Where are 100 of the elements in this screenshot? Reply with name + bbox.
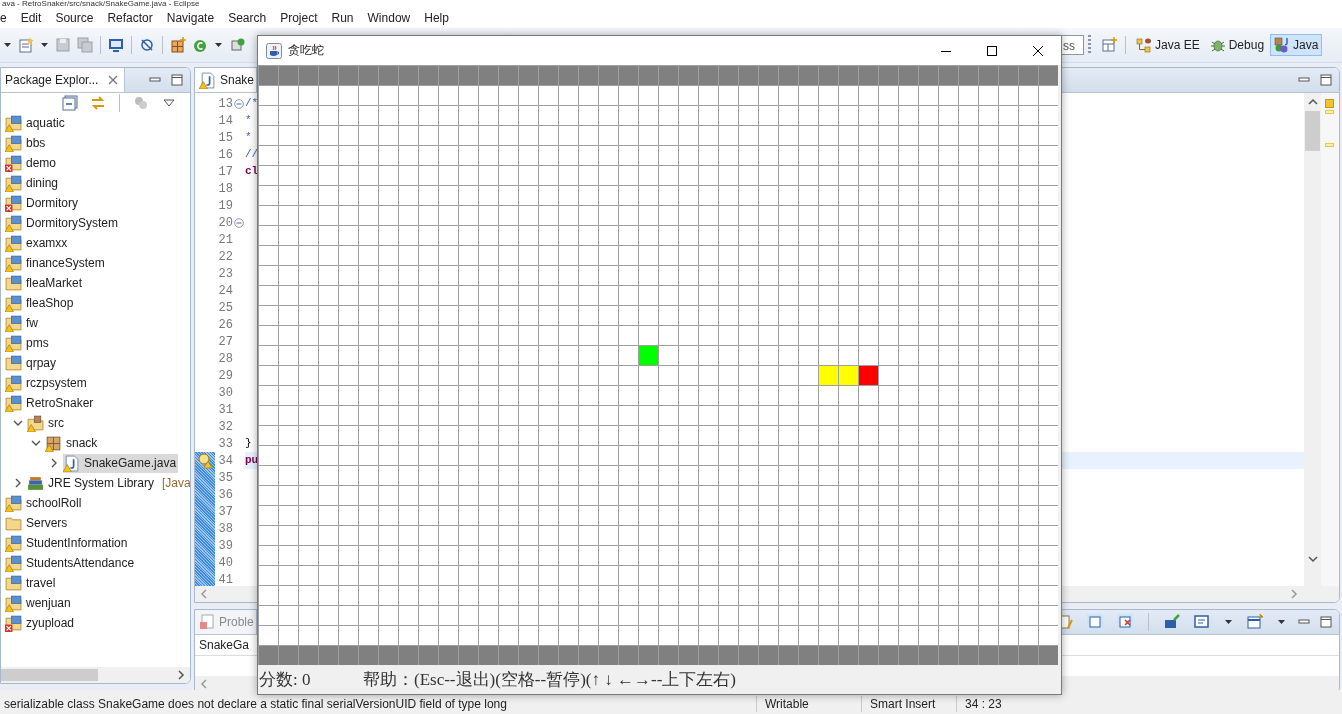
tree-item[interactable]: demo bbox=[5, 153, 59, 173]
menu-item[interactable]: e bbox=[0, 9, 14, 27]
fold-icon[interactable] bbox=[234, 98, 244, 109]
code-text: pu bbox=[245, 454, 259, 466]
tree-item[interactable]: travel bbox=[5, 573, 58, 593]
scroll-left-icon[interactable] bbox=[199, 679, 209, 689]
item-label: JRE System Library bbox=[48, 476, 155, 490]
menu-item[interactable]: Run bbox=[324, 9, 361, 27]
problem-row[interactable]: SnakeGa bbox=[199, 638, 250, 652]
item-label: wenjuan bbox=[26, 596, 71, 610]
expand-chevron-icon[interactable] bbox=[31, 438, 41, 448]
display-icon[interactable] bbox=[1194, 614, 1210, 630]
scroll-left-icon[interactable] bbox=[199, 589, 209, 599]
menu-item[interactable]: Edit bbox=[13, 9, 49, 27]
expand-chevron-icon[interactable] bbox=[13, 418, 23, 428]
tree-item[interactable]: StudentInformation bbox=[5, 533, 130, 553]
tree-item[interactable]: pms bbox=[5, 333, 51, 353]
tree-item[interactable]: StudentsAttendance bbox=[5, 553, 137, 573]
line-number: 25 bbox=[217, 300, 233, 315]
tree-item[interactable]: RetroSnaker bbox=[5, 393, 96, 413]
maximize-icon[interactable] bbox=[1319, 73, 1333, 87]
monitor-icon[interactable] bbox=[108, 37, 124, 53]
tree-item[interactable]: rczpsystem bbox=[5, 373, 89, 393]
tree-item[interactable]: snack bbox=[45, 433, 100, 453]
tree-item[interactable]: aquatic bbox=[5, 113, 67, 133]
vertical-scrollbar[interactable] bbox=[1304, 93, 1321, 586]
fold-icon[interactable] bbox=[234, 217, 244, 228]
tree-item[interactable]: bbs bbox=[5, 133, 48, 153]
change-ruler-cell bbox=[195, 554, 215, 571]
line-number: 34 bbox=[217, 453, 233, 468]
item-label: travel bbox=[26, 576, 56, 590]
tree-item[interactable]: Dormitory bbox=[5, 193, 80, 213]
scroll-right-icon[interactable] bbox=[176, 670, 186, 680]
tree-item[interactable]: zyupload bbox=[5, 613, 77, 633]
line-number: 13 bbox=[217, 96, 233, 111]
tree-item[interactable]: fleaMarket bbox=[5, 273, 85, 293]
perspective-button[interactable]: Debug bbox=[1205, 34, 1269, 56]
code-text: * bbox=[245, 131, 252, 143]
menu-item[interactable]: Refactor bbox=[100, 9, 160, 27]
tree-item[interactable]: SnakeGame.java bbox=[63, 453, 179, 473]
collapse-all-icon[interactable] bbox=[62, 95, 78, 111]
tree-item[interactable]: Servers bbox=[5, 513, 70, 533]
line-number: 17 bbox=[217, 164, 233, 179]
menu-item[interactable]: Help bbox=[417, 9, 456, 27]
save-icon[interactable] bbox=[55, 37, 71, 53]
item-label: StudentInformation bbox=[26, 536, 128, 550]
close-icon[interactable] bbox=[108, 75, 119, 85]
console-icon[interactable] bbox=[1087, 614, 1103, 630]
console-remove-icon[interactable] bbox=[1117, 614, 1133, 630]
tree-item[interactable]: examxx bbox=[5, 233, 70, 253]
maximize-icon[interactable] bbox=[1319, 615, 1333, 629]
line-number: 41 bbox=[217, 572, 233, 587]
scrollbar-thumb[interactable] bbox=[1305, 111, 1320, 151]
tree-item[interactable]: schoolRoll bbox=[5, 493, 84, 513]
menu-item[interactable]: Navigate bbox=[159, 9, 222, 27]
scroll-up-icon[interactable] bbox=[1307, 97, 1318, 107]
pin-icon[interactable] bbox=[1164, 614, 1180, 630]
package-explorer-tab[interactable]: Package Explor... bbox=[1, 68, 126, 92]
new-file-icon[interactable] bbox=[18, 37, 34, 53]
close-icon bbox=[1033, 45, 1043, 56]
tree-item[interactable]: financeSystem bbox=[5, 253, 107, 273]
tree-item[interactable]: JRE System Library [Java bbox=[27, 473, 190, 493]
collapse-chevron-icon[interactable] bbox=[49, 458, 59, 468]
debug-icon[interactable] bbox=[229, 37, 245, 53]
code-text: cl bbox=[245, 165, 259, 177]
link-arrows-icon[interactable] bbox=[90, 95, 106, 111]
open-perspective-icon[interactable] bbox=[1102, 37, 1118, 53]
horizontal-scrollbar[interactable] bbox=[1, 667, 190, 683]
slashed-circle-icon[interactable] bbox=[139, 37, 155, 53]
filter-icon[interactable] bbox=[133, 95, 149, 111]
menu-item[interactable]: Project bbox=[273, 9, 325, 27]
quick-access-field[interactable]: ss bbox=[1062, 35, 1084, 55]
line-number: 28 bbox=[217, 351, 233, 366]
tree-item[interactable]: wenjuan bbox=[5, 593, 73, 613]
tree-item[interactable]: fw bbox=[5, 313, 40, 333]
tree-item[interactable]: fleaShop bbox=[5, 293, 76, 313]
collapse-chevron-icon[interactable] bbox=[13, 478, 23, 488]
run-circle-icon[interactable] bbox=[192, 37, 208, 53]
maximize-icon[interactable] bbox=[170, 73, 184, 87]
item-label: RetroSnaker bbox=[26, 396, 94, 410]
line-number: 15 bbox=[217, 130, 233, 145]
tree-item[interactable]: qrpay bbox=[5, 353, 59, 373]
perspective-button[interactable]: Java bbox=[1270, 34, 1323, 56]
scrollbar-thumb[interactable] bbox=[1, 669, 98, 681]
menu-item[interactable]: Window bbox=[360, 9, 418, 27]
window-title: ava - RetroSnaker/src/snack/SnakeGame.java - Eclipse bbox=[1, 0, 200, 8]
item-label: DormitorySystem bbox=[26, 216, 118, 230]
perspective-button[interactable]: Java EE bbox=[1132, 34, 1204, 56]
tree-item[interactable]: DormitorySystem bbox=[5, 213, 120, 233]
menu-item[interactable]: Source bbox=[48, 9, 101, 27]
tree-item[interactable]: dining bbox=[5, 173, 61, 193]
line-number: 30 bbox=[217, 385, 233, 400]
tree-item[interactable]: src bbox=[27, 413, 66, 433]
scroll-down-icon[interactable] bbox=[1307, 554, 1318, 564]
line-number: 39 bbox=[217, 538, 233, 553]
new-window-icon[interactable] bbox=[1247, 614, 1263, 630]
grid-plus-icon[interactable] bbox=[170, 37, 186, 53]
menu-item[interactable]: Search bbox=[221, 9, 274, 27]
editor-tab[interactable]: Snake bbox=[195, 68, 257, 92]
save-all-icon[interactable] bbox=[77, 37, 93, 53]
